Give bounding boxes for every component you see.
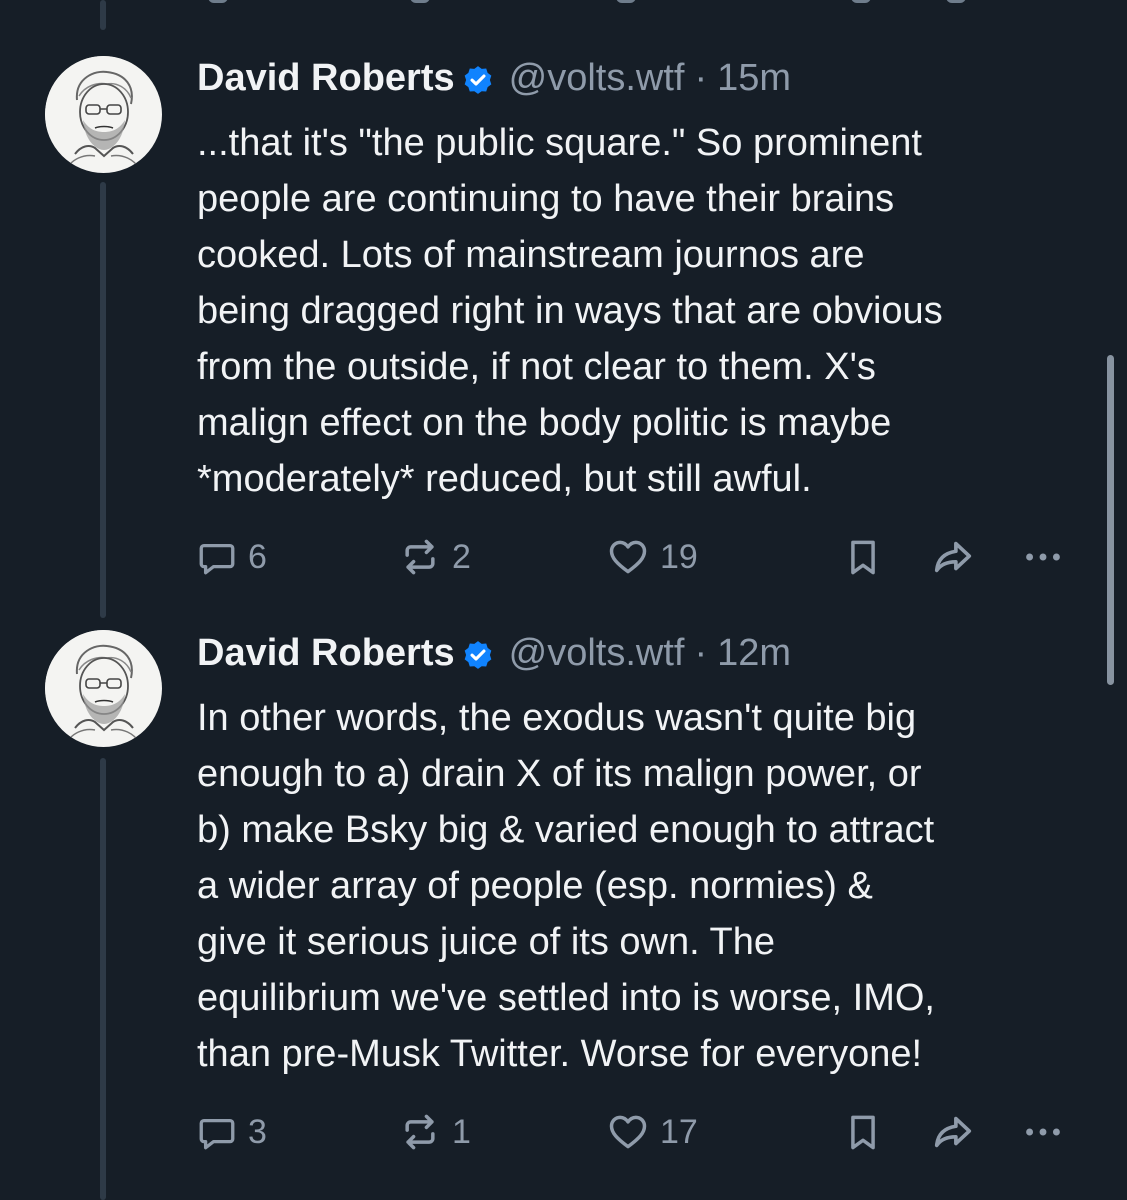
- share-button[interactable]: [930, 1107, 976, 1157]
- verified-badge-icon[interactable]: [461, 61, 495, 95]
- share-arrow-icon: [934, 541, 972, 573]
- bookmark-button[interactable]: [841, 532, 885, 582]
- like-button[interactable]: 19: [606, 532, 698, 582]
- post-text-line: from the outside, if not clear to them. …: [197, 346, 876, 388]
- post-text-line: people are continuing to have their brai…: [197, 178, 895, 220]
- author-portrait-sketch: [45, 56, 161, 173]
- separator-dot: ·: [694, 57, 708, 99]
- post-text-line: a wider array of people (esp. normies) &: [197, 865, 873, 907]
- like-count: 17: [660, 1112, 698, 1151]
- thread-line-top: [100, 0, 106, 30]
- post-actions: 3 1 17: [196, 1107, 1076, 1157]
- post-header: David Roberts @volts.wtf · 12m: [197, 628, 791, 678]
- post-text-line: malign effect on the body politic is may…: [197, 402, 892, 444]
- post-text-line: than pre-Musk Twitter. Worse for everyon…: [197, 1033, 923, 1075]
- author-name[interactable]: David Roberts: [197, 628, 455, 678]
- post-text-line: cooked. Lots of mainstream journos are: [197, 234, 865, 276]
- author-handle[interactable]: @volts.wtf: [509, 53, 685, 103]
- scrollbar-thumb[interactable]: [1107, 355, 1114, 685]
- ellipsis-icon: [1026, 553, 1060, 561]
- reply-button[interactable]: 6: [196, 532, 267, 582]
- post-timestamp[interactable]: 12m: [717, 628, 791, 678]
- like-count: 19: [660, 537, 698, 576]
- avatar[interactable]: [45, 630, 162, 747]
- avatar[interactable]: [45, 56, 162, 173]
- share-button[interactable]: [930, 532, 976, 582]
- ellipsis-icon: [1026, 1128, 1060, 1136]
- more-options-button[interactable]: [1020, 532, 1066, 582]
- post-text-line: b) make Bsky big & varied enough to attr…: [197, 809, 935, 851]
- author-name[interactable]: David Roberts: [197, 53, 455, 103]
- repost-count: 2: [452, 537, 471, 576]
- repost-arrows-icon: [405, 539, 435, 575]
- post-actions: 6 2 19: [196, 532, 1076, 582]
- share-arrow-icon: [934, 1116, 972, 1148]
- post-thread-feed: David Roberts @volts.wtf · 15m ...that i…: [0, 0, 1127, 1200]
- author-handle[interactable]: @volts.wtf: [509, 628, 685, 678]
- author-portrait-sketch: [45, 630, 161, 747]
- bookmark-button[interactable]: [841, 1107, 885, 1157]
- repost-arrows-icon: [405, 1114, 435, 1150]
- previous-post-actions: [196, 0, 1066, 6]
- bookmark-icon: [851, 540, 875, 575]
- post-text: ...that it's "the public square." So pro…: [197, 115, 1097, 507]
- post-text-line: In other words, the exodus wasn't quite …: [197, 697, 917, 739]
- post-text-line: equilibrium we've settled into is worse,…: [197, 977, 935, 1019]
- like-button[interactable]: 17: [606, 1107, 698, 1157]
- speech-bubble-icon: [199, 543, 235, 575]
- bookmark-icon: [851, 1115, 875, 1150]
- post-header: David Roberts @volts.wtf · 15m: [197, 53, 791, 103]
- reply-button[interactable]: 3: [196, 1107, 267, 1157]
- more-options-button[interactable]: [1020, 1107, 1066, 1157]
- repost-button[interactable]: 2: [398, 532, 471, 582]
- post-text-line: give it serious juice of its own. The: [197, 921, 776, 963]
- reply-count: 6: [248, 537, 267, 576]
- thread-line-bottom: [100, 758, 106, 1200]
- post-text-line: ...that it's "the public square." So pro…: [197, 122, 922, 164]
- separator-dot: ·: [694, 632, 708, 674]
- post-text-line: *moderately* reduced, but still awful.: [197, 458, 812, 500]
- post-text-line: being dragged right in ways that are obv…: [197, 290, 943, 332]
- reply-count: 3: [248, 1112, 267, 1151]
- post-timestamp[interactable]: 15m: [717, 53, 791, 103]
- post-text: In other words, the exodus wasn't quite …: [197, 690, 1097, 1082]
- heart-icon: [609, 1115, 647, 1149]
- speech-bubble-icon: [199, 1118, 235, 1150]
- repost-count: 1: [452, 1112, 471, 1151]
- verified-badge-icon[interactable]: [461, 636, 495, 670]
- post-text-line: enough to a) drain X of its malign power…: [197, 753, 922, 795]
- repost-button[interactable]: 1: [398, 1107, 471, 1157]
- thread-line-middle: [100, 182, 106, 618]
- heart-icon: [609, 540, 647, 574]
